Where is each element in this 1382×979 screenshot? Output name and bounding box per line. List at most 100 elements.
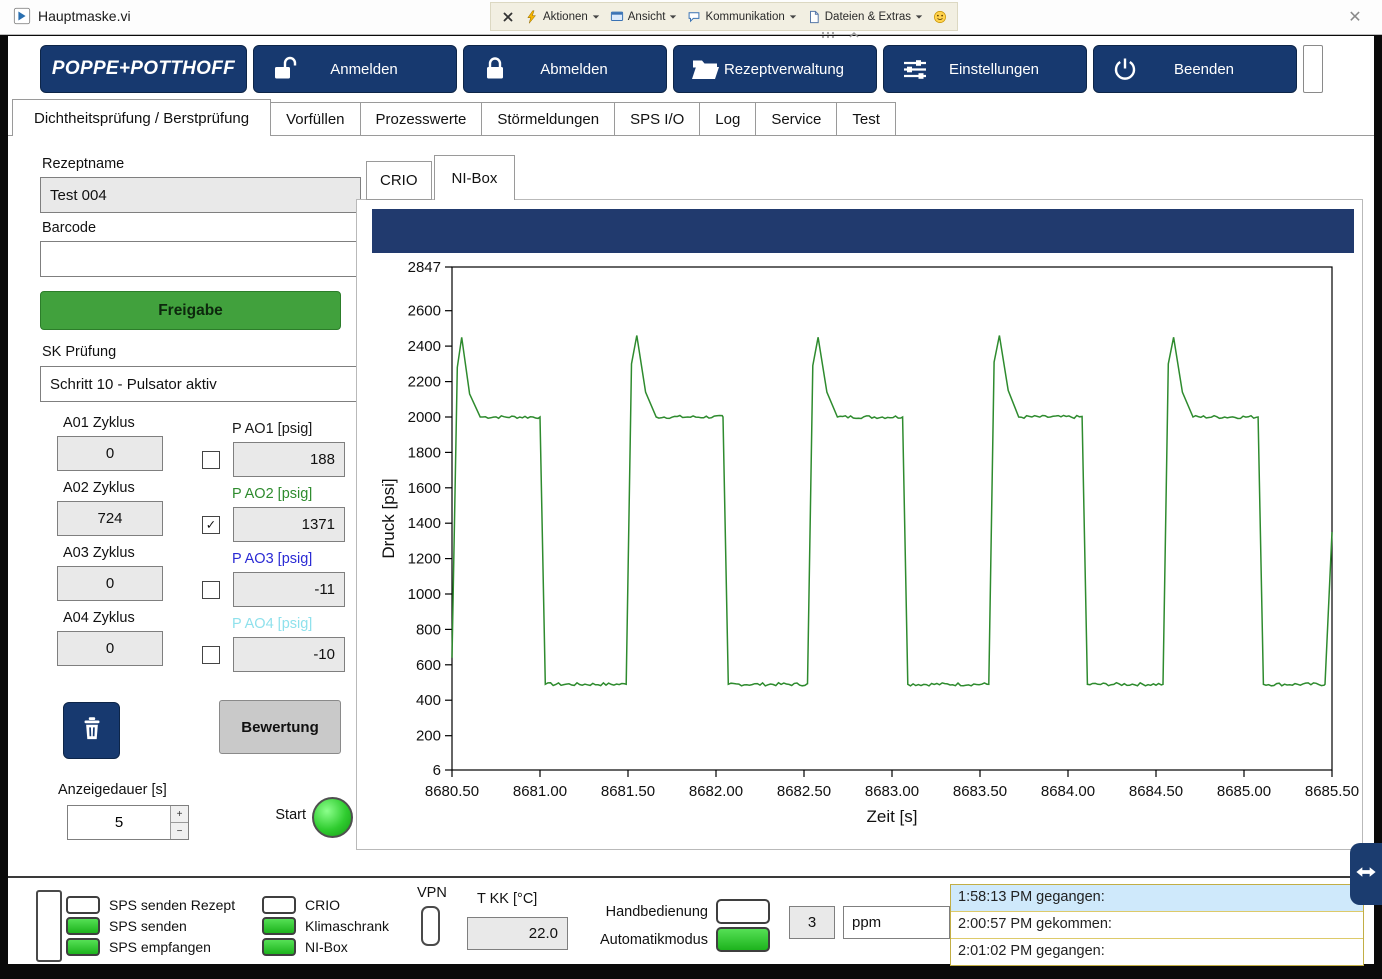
svg-text:8683.00: 8683.00: [865, 783, 919, 800]
svg-text:2600: 2600: [408, 303, 441, 320]
smiley-icon[interactable]: [933, 10, 947, 24]
tab-log[interactable]: Log: [700, 102, 756, 136]
log-entry[interactable]: 2:00:57 PM gekommen:: [951, 912, 1363, 939]
pressure-value[interactable]: -11: [233, 572, 345, 607]
svg-text:8685.50: 8685.50: [1305, 783, 1359, 800]
rezeptname-input[interactable]: [40, 177, 361, 213]
chart-tabstrip: CRIONI-Box: [366, 156, 515, 200]
menu-dateien-extras[interactable]: Dateien & Extras: [807, 10, 923, 24]
tab-prozesswerte[interactable]: Prozesswerte: [361, 102, 483, 136]
menu-aktionen[interactable]: Aktionen: [525, 10, 600, 24]
tab-sps-i-o[interactable]: SPS I/O: [615, 102, 700, 136]
main-toolbar: POPPE+POTTHOFF AnmeldenAbmeldenRezeptver…: [40, 45, 1323, 93]
tab-st-rmeldungen[interactable]: Störmeldungen: [482, 102, 615, 136]
application-window: Hauptmaske.vi Aktionen Ansicht Kommunikati…: [0, 0, 1382, 979]
beenden-button[interactable]: Beenden: [1093, 45, 1297, 93]
pressure-chart: 6200400600800100012001400160018002000220…: [372, 253, 1354, 841]
files-icon: [807, 10, 821, 24]
automatikmodus-label: Automatikmodus: [566, 932, 708, 948]
sk-pruefung-label: SK Prüfung: [42, 344, 116, 360]
title-bar: Hauptmaske.vi Aktionen Ansicht Kommunikati…: [0, 0, 1382, 35]
tkk-value: 22.0: [467, 917, 568, 950]
button-label: Beenden: [1174, 61, 1234, 78]
status-led-row: SPS senden Rezept: [66, 896, 235, 913]
power-icon: [1110, 54, 1140, 84]
svg-text:8680.50: 8680.50: [425, 783, 479, 800]
menu-kommunikation[interactable]: Kommunikation: [687, 10, 796, 24]
svg-text:8682.50: 8682.50: [777, 783, 831, 800]
trash-button[interactable]: [63, 702, 120, 759]
tab-test[interactable]: Test: [837, 102, 896, 136]
barcode-input[interactable]: [40, 241, 361, 277]
chart-tab-crio[interactable]: CRIO: [366, 161, 432, 200]
chart-tab-ni-box[interactable]: NI-Box: [434, 155, 516, 200]
log-entry[interactable]: 2:01:02 PM gegangen:: [951, 939, 1363, 966]
svg-text:2200: 2200: [408, 374, 441, 391]
cycle-group: A03 Zyklus0: [57, 544, 163, 601]
anzeigedauer-input[interactable]: [68, 806, 170, 839]
led-label: Klimaschrank: [305, 918, 389, 934]
anzeigedauer-spinner[interactable]: [67, 805, 189, 840]
menu-label: Dateien & Extras: [825, 11, 911, 23]
sps-senden-led: [66, 917, 100, 935]
window-close-button[interactable]: ✕: [1340, 5, 1370, 29]
einstellungen-button[interactable]: Einstellungen: [883, 45, 1087, 93]
trash-icon: [76, 713, 108, 748]
svg-text:8683.50: 8683.50: [953, 783, 1007, 800]
sliders-icon: [900, 54, 930, 84]
tab-dichtheitspr-fung-berstpr-fung[interactable]: Dichtheitsprüfung / Berstprüfung: [12, 99, 271, 136]
remote-access-badge[interactable]: [1350, 843, 1382, 905]
led-label: SPS senden Rezept: [109, 897, 235, 913]
pressure-checkbox[interactable]: [202, 516, 220, 534]
anmelden-button[interactable]: Anmelden: [253, 45, 457, 93]
barcode-label: Barcode: [42, 220, 96, 236]
svg-text:8681.00: 8681.00: [513, 783, 567, 800]
event-log-list[interactable]: 1:58:13 PM gegangen:2:00:57 PM gekommen:…: [950, 884, 1364, 966]
status-led-row: SPS empfangen: [66, 938, 235, 955]
pressure-checkbox[interactable]: [202, 451, 220, 469]
window-title: Hauptmaske.vi: [38, 8, 131, 24]
freigabe-button[interactable]: Freigabe: [40, 291, 341, 330]
plc-led-group: SPS senden Rezept SPS senden SPS empfangen: [66, 896, 235, 955]
pressure-label: P AO4 [psig]: [232, 615, 345, 633]
svg-text:2400: 2400: [408, 338, 441, 355]
svg-text:Druck [psi]: Druck [psi]: [379, 478, 398, 558]
cycle-value: 0: [57, 566, 163, 601]
vpn-led: [421, 906, 440, 946]
tab-service[interactable]: Service: [756, 102, 837, 136]
cycle-group: A04 Zyklus0: [57, 609, 163, 666]
button-label: Rezeptverwaltung: [724, 61, 844, 78]
rezeptverwaltung-button[interactable]: Rezeptverwaltung: [673, 45, 877, 93]
pressure-checkbox[interactable]: [202, 646, 220, 664]
pressure-row: 1371: [202, 507, 345, 542]
ppm-value: 3: [789, 906, 835, 939]
chevron-down-icon: [669, 13, 677, 21]
menu-label: Kommunikation: [705, 11, 784, 23]
sps-empfangen-led: [66, 938, 100, 956]
abmelden-button[interactable]: Abmelden: [463, 45, 667, 93]
log-entry[interactable]: 1:58:13 PM gegangen:: [951, 885, 1363, 912]
pressure-group: P AO4 [psig] -10: [200, 615, 345, 672]
spin-up-button[interactable]: [171, 806, 188, 823]
spin-down-button[interactable]: [171, 823, 188, 839]
svg-text:1400: 1400: [408, 515, 441, 532]
pressure-label: P AO3 [psig]: [232, 550, 345, 568]
cycle-label: A01 Zyklus: [63, 414, 163, 432]
tab-vorf-llen[interactable]: Vorfüllen: [271, 102, 360, 136]
pressure-value[interactable]: -10: [233, 637, 345, 672]
menu-ansicht[interactable]: Ansicht: [610, 10, 678, 24]
bewertung-button[interactable]: Bewertung: [219, 700, 341, 754]
svg-text:1200: 1200: [408, 551, 441, 568]
svg-text:2000: 2000: [408, 409, 441, 426]
pressure-value[interactable]: 1371: [233, 507, 345, 542]
vertical-indicator: [36, 890, 62, 962]
led-label: SPS senden: [109, 918, 187, 934]
start-led[interactable]: [312, 797, 353, 838]
led-label: SPS empfangen: [109, 939, 211, 955]
svg-text:6: 6: [433, 762, 441, 779]
pressure-list: P AO1 [psig]188P AO2 [psig]1371P AO3 [ps…: [200, 420, 345, 680]
pressure-checkbox[interactable]: [202, 581, 220, 599]
abort-icon[interactable]: [501, 10, 515, 24]
menu-label: Aktionen: [543, 11, 588, 23]
pressure-value[interactable]: 188: [233, 442, 345, 477]
